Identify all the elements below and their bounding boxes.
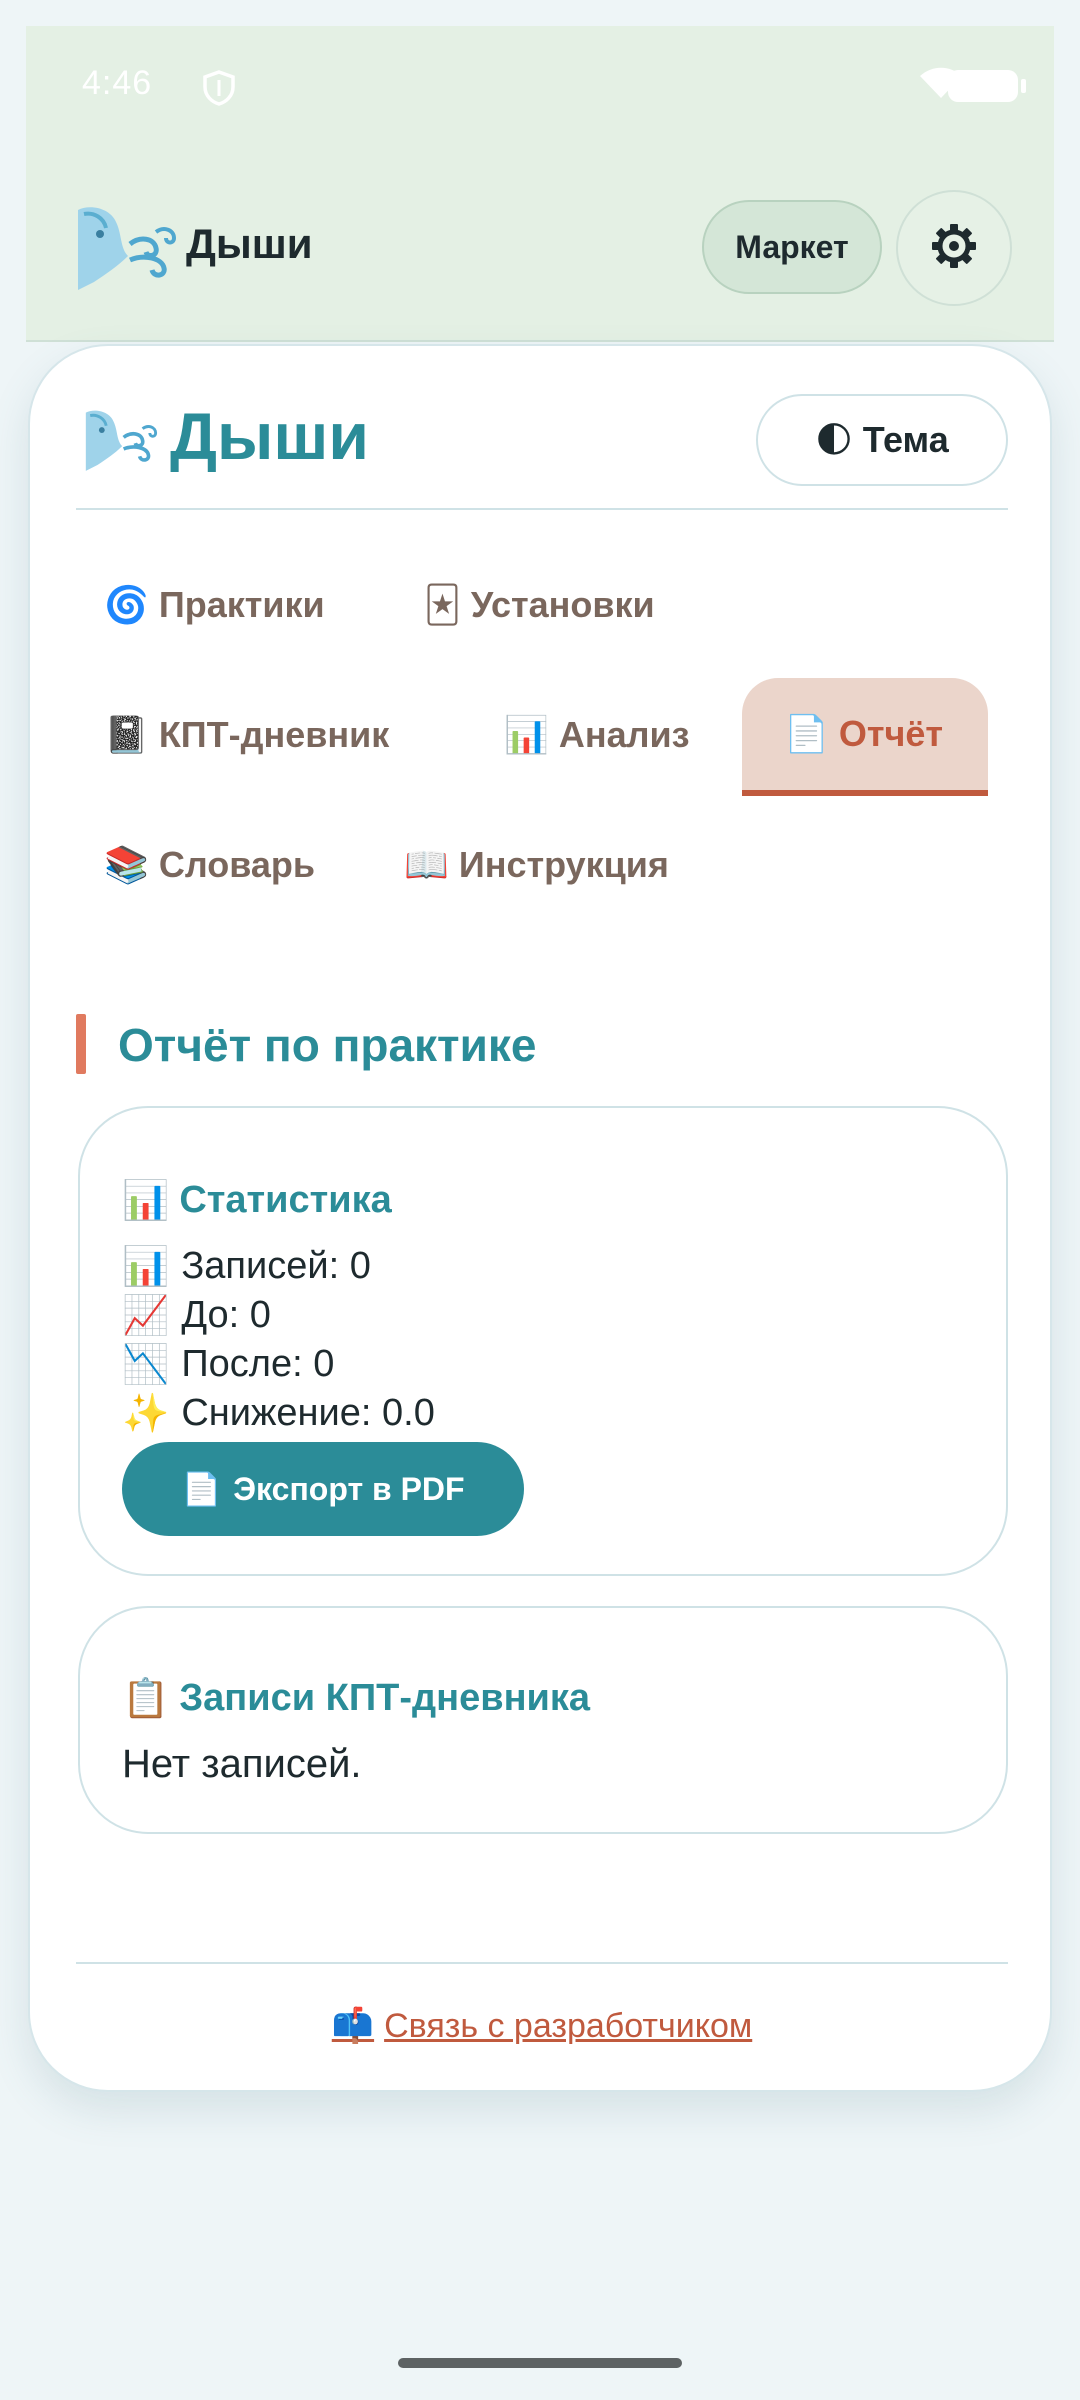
stats-title: 📊 Статистика (122, 1178, 392, 1223)
tab-report[interactable]: 📄 Отчёт (742, 678, 988, 796)
divider (76, 1962, 1008, 1964)
tab-practices[interactable]: 🌀 Практики (60, 546, 360, 664)
tab-label: Анализ (558, 714, 690, 755)
export-pdf-label: Экспорт в PDF (233, 1470, 465, 1507)
tab-cbt-diary[interactable]: 📓 КПТ-дневник (60, 676, 440, 794)
tab-analysis[interactable]: 📊 Анализ (460, 676, 720, 794)
mailbox-icon: 📫 (331, 2006, 375, 2046)
books-icon: 📚 (104, 845, 149, 886)
document-icon: 📄 (181, 1470, 222, 1508)
tab-label: Практики (158, 584, 325, 625)
status-time: 4:46 (82, 64, 153, 102)
divider (76, 508, 1008, 510)
tab-label: Инструкция (458, 844, 669, 885)
stat-after: 📉 После: 0 (122, 1342, 334, 1387)
open-book-icon: 📖 (404, 845, 449, 886)
theme-label: Тема (862, 419, 949, 460)
shield-icon (202, 70, 236, 111)
theme-button[interactable]: 🌓 Тема (756, 394, 1008, 486)
clipboard-icon: 📋 (122, 1676, 170, 1720)
stats-card: 📊 Статистика 📊 Записей: 0 📈 До: 0 📉 Посл… (78, 1106, 1008, 1576)
sparkles-icon: ✨ (122, 1391, 170, 1435)
tab-label: Словарь (158, 844, 316, 885)
half-moon-icon: 🌓 (815, 419, 853, 461)
stat-reduction: ✨ Снижение: 0.0 (122, 1391, 435, 1436)
gear-icon (931, 223, 977, 274)
contact-developer-label: Связь с разработчиком (384, 2006, 753, 2045)
stat-text: До: 0 (181, 1294, 271, 1336)
stat-text: Снижение: 0.0 (181, 1392, 435, 1434)
top-app-bar: 4:46 Дыши Маркет (26, 26, 1054, 342)
stat-records: 📊 Записей: 0 (122, 1244, 371, 1289)
settings-button[interactable] (896, 190, 1012, 306)
tab-label: Установки (470, 584, 655, 625)
tab-instructions[interactable]: 📖 Инструкция (360, 806, 700, 924)
bar-chart-icon: 📊 (504, 715, 549, 756)
cbt-records-title-label: Записи КПТ-дневника (179, 1677, 591, 1719)
empty-state-text: Нет записей. (122, 1742, 362, 1786)
breath-face-icon (80, 406, 160, 481)
contact-developer-link[interactable]: 📫 Связь с разработчиком (30, 2006, 1054, 2046)
app-title: Дыши (186, 220, 313, 267)
bar-chart-icon: 📊 (122, 1244, 170, 1288)
bar-chart-icon: 📊 (122, 1178, 170, 1222)
main-card: Дыши 🌓 Тема 🌀 Практики 🃏 Установки 📓 КПТ… (28, 344, 1052, 2092)
section-marker (76, 1014, 86, 1074)
stat-text: Записей: 0 (181, 1245, 371, 1287)
cyclone-icon: 🌀 (104, 585, 149, 626)
chart-down-icon: 📉 (122, 1342, 170, 1386)
home-indicator[interactable] (398, 2358, 682, 2368)
export-pdf-button[interactable]: 📄 Экспорт в PDF (122, 1442, 524, 1536)
tab-label: КПТ-дневник (158, 714, 390, 755)
breath-face-icon (70, 204, 180, 299)
stat-text: После: 0 (181, 1343, 335, 1385)
notebook-icon: 📓 (104, 715, 149, 756)
battery-icon (948, 70, 1026, 102)
document-icon: 📄 (784, 714, 829, 755)
chart-up-icon: 📈 (122, 1293, 170, 1337)
cbt-records-card: 📋 Записи КПТ-дневника Нет записей. (78, 1606, 1008, 1834)
stats-title-label: Статистика (179, 1179, 392, 1221)
tab-dictionary[interactable]: 📚 Словарь (60, 806, 320, 924)
cbt-records-title: 📋 Записи КПТ-дневника (122, 1676, 590, 1721)
tab-label: Отчёт (838, 713, 944, 754)
tab-attitudes[interactable]: 🃏 Установки (380, 546, 710, 664)
joker-card-icon: 🃏 (424, 584, 461, 626)
stat-before: 📈 До: 0 (122, 1293, 271, 1338)
market-button[interactable]: Маркет (702, 200, 882, 294)
section-title: Отчёт по практике (118, 1019, 537, 1071)
card-title: Дыши (170, 399, 369, 473)
